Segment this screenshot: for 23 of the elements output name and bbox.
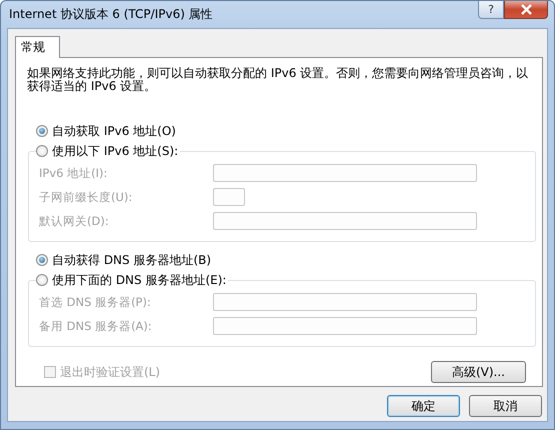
field-label: 子网前缀长度(U): [39,190,134,204]
radio-button[interactable] [36,125,48,137]
field-label: 首选 DNS 服务器(P): [39,294,152,310]
radio-label: 使用下面的 DNS 服务器地址(E): [52,272,226,288]
field-label: 备用 DNS 服务器(A): [39,318,153,334]
close-icon [520,4,532,15]
close-button[interactable] [504,1,548,19]
field-label: IPv6 地址(I): [39,166,108,180]
radio-label: 自动获得 DNS 服务器地址(B) [52,252,212,268]
tab[interactable]: 常规 [15,36,60,58]
radio-button[interactable] [36,145,48,157]
dialog-button[interactable]: 取消 [469,395,542,417]
help-button[interactable]: ? [478,1,504,19]
description-text: 如果网络支持此功能，则可以自动获取分配的 IPv6 设置。否则，您需要向网络管理员咨询，以获得适当的 IPv6 设置。 [27,67,530,93]
radio-button[interactable] [36,254,48,266]
window-title: Internet 协议版本 6 (TCP/IPv6) 属性 [9,6,213,23]
radio-label: 使用以下 IPv6 地址(S): [52,142,178,160]
checkbox-label: 退出时验证设置(L) [60,364,160,380]
radio-label: 自动获取 IPv6 地址(O) [52,122,176,140]
dialog-button[interactable]: 确定 [387,395,460,417]
advanced-button[interactable]: 高级(V)... [431,361,526,383]
radio-button[interactable] [36,274,48,286]
field-label: 默认网关(D): [39,214,110,228]
